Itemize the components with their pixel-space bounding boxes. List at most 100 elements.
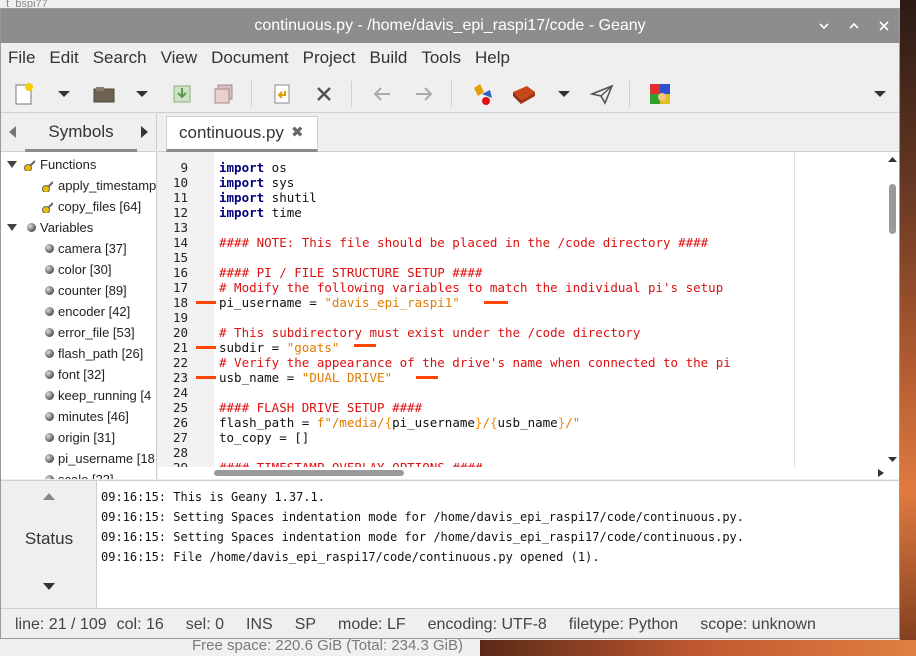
- tree-item-label: flash_path [26]: [58, 346, 144, 361]
- maximize-button[interactable]: [845, 17, 863, 35]
- tree-item-label: error_file [53]: [58, 325, 135, 340]
- expander-icon[interactable]: [7, 224, 17, 231]
- status-filetype: filetype: Python: [568, 615, 679, 633]
- tree-item-variable[interactable]: origin [31]: [1, 427, 156, 448]
- menu-search[interactable]: Search: [86, 43, 154, 73]
- tree-item-function[interactable]: copy_files [64]: [1, 196, 156, 217]
- line-number: 11: [172, 190, 188, 205]
- line-number: 19: [172, 310, 188, 325]
- save-all-icon[interactable]: [211, 81, 237, 107]
- line-text: #### PI / FILE STRUCTURE SETUP ####: [219, 265, 482, 280]
- tree-item-variable[interactable]: scale [33]: [1, 469, 156, 479]
- tree-item-variable[interactable]: encoder [42]: [1, 301, 156, 322]
- fold-margin[interactable]: [194, 152, 214, 467]
- variable-icon: [45, 370, 54, 379]
- open-file-icon[interactable]: [91, 81, 117, 107]
- horizontal-scroll-thumb[interactable]: [214, 470, 404, 476]
- build-dropdown-icon[interactable]: [551, 81, 577, 107]
- scroll-up-icon: [888, 157, 897, 162]
- revert-icon[interactable]: [269, 81, 295, 107]
- menu-file[interactable]: File: [1, 43, 42, 73]
- code-token: time: [264, 205, 302, 220]
- run-icon[interactable]: [589, 81, 615, 107]
- forward-icon[interactable]: [411, 81, 437, 107]
- open-dropdown-icon[interactable]: [129, 81, 155, 107]
- line-text: #### FLASH DRIVE SETUP ####: [219, 400, 422, 415]
- code-token: # This subdirectory must exist under the…: [219, 325, 641, 340]
- close-button[interactable]: [875, 17, 893, 35]
- message-window: Status 09:16:15: This is Geany 1.37.1. 0…: [1, 480, 899, 609]
- tab-symbols[interactable]: Symbols: [25, 114, 137, 152]
- tab-close-icon[interactable]: ✖: [291, 117, 304, 149]
- tree-item-variable[interactable]: pi_username [18: [1, 448, 156, 469]
- compile-icon[interactable]: [469, 81, 495, 107]
- function-icon: [42, 181, 53, 192]
- code-editor[interactable]: 9 import os 10 import sys 11 import shutil 12 i…: [158, 152, 899, 479]
- statusbar: line: 21 / 109 col: 16 sel: 0 INS SP mod…: [1, 608, 899, 638]
- window-titlebar[interactable]: continuous.py - /home/davis_epi_raspi17/…: [1, 9, 899, 43]
- code-token: import: [219, 205, 265, 220]
- editor-horizontal-scrollbar[interactable]: [158, 467, 899, 479]
- annotation-mark: [196, 346, 216, 349]
- next-tab-icon[interactable]: [43, 583, 55, 590]
- line-number: 25: [172, 400, 188, 415]
- line-number: 20: [172, 325, 188, 340]
- back-icon[interactable]: [369, 81, 395, 107]
- tab-status[interactable]: Status: [1, 529, 97, 549]
- tree-item-variable[interactable]: counter [89]: [1, 280, 156, 301]
- tree-group-functions[interactable]: Functions: [1, 154, 156, 175]
- tree-item-variable[interactable]: flash_path [26]: [1, 343, 156, 364]
- variable-icon: [45, 265, 54, 274]
- line-text: pi_username = "davis_epi_raspi1": [219, 295, 460, 310]
- window-title: continuous.py - /home/davis_epi_raspi17/…: [254, 17, 646, 34]
- code-token: sys: [264, 175, 295, 190]
- variable-icon: [45, 433, 54, 442]
- line-text: import shutil: [219, 190, 317, 205]
- line-number: 12: [172, 205, 188, 220]
- menu-project[interactable]: Project: [296, 43, 363, 73]
- menu-help[interactable]: Help: [468, 43, 517, 73]
- menu-tools[interactable]: Tools: [414, 43, 468, 73]
- line-number: 10: [172, 175, 188, 190]
- line-text: to_copy = []: [219, 430, 309, 445]
- long-line-marker: [794, 152, 795, 467]
- save-icon[interactable]: [169, 81, 195, 107]
- new-dropdown-icon[interactable]: [51, 81, 77, 107]
- tree-item-variable[interactable]: error_file [53]: [1, 322, 156, 343]
- overflow-icon[interactable]: [867, 81, 893, 107]
- line-text: subdir = "goats": [219, 340, 339, 355]
- variable-icon: [45, 454, 54, 463]
- tab-continuous-py[interactable]: continuous.py ✖: [166, 116, 318, 152]
- color-chooser-icon[interactable]: [647, 81, 673, 107]
- desktop-wallpaper-bottom: [480, 640, 916, 656]
- menu-view[interactable]: View: [154, 43, 205, 73]
- line-text: #### NOTE: This file should be placed in…: [219, 235, 708, 250]
- code-token: pi_username =: [219, 295, 325, 310]
- tree-item-variable[interactable]: font [32]: [1, 364, 156, 385]
- expander-icon[interactable]: [7, 161, 17, 168]
- editor-vertical-scrollbar[interactable]: [886, 152, 899, 467]
- line-text: flash_path = f"/media/{pi_username}/{usb…: [219, 415, 580, 430]
- new-file-icon[interactable]: [11, 81, 37, 107]
- menu-document[interactable]: Document: [204, 43, 295, 73]
- tree-item-variable[interactable]: color [30]: [1, 259, 156, 280]
- vertical-scroll-thumb[interactable]: [889, 184, 896, 234]
- function-group-icon: [24, 160, 35, 171]
- tree-group-variables[interactable]: Variables: [1, 217, 156, 238]
- sidebar-next-tab-icon[interactable]: [141, 126, 148, 138]
- tree-item-variable[interactable]: minutes [46]: [1, 406, 156, 427]
- build-icon[interactable]: [511, 81, 537, 107]
- file-manager-free-space: Free space: 220.6 GiB (Total: 234.3 GiB): [192, 637, 463, 654]
- status-message: 09:16:15: File /home/davis_epi_raspi17/c…: [101, 550, 600, 564]
- tree-item-variable[interactable]: keep_running [4: [1, 385, 156, 406]
- scroll-down-icon: [888, 457, 897, 462]
- close-file-icon[interactable]: [311, 81, 337, 107]
- tree-item-variable[interactable]: camera [37]: [1, 238, 156, 259]
- sidebar-prev-tab-icon[interactable]: [9, 126, 16, 138]
- prev-tab-icon[interactable]: [43, 493, 55, 500]
- menu-edit[interactable]: Edit: [42, 43, 85, 73]
- menu-build[interactable]: Build: [363, 43, 415, 73]
- minimize-button[interactable]: [815, 17, 833, 35]
- toolbar: [1, 73, 899, 113]
- tree-item-function[interactable]: apply_timestamp: [1, 175, 156, 196]
